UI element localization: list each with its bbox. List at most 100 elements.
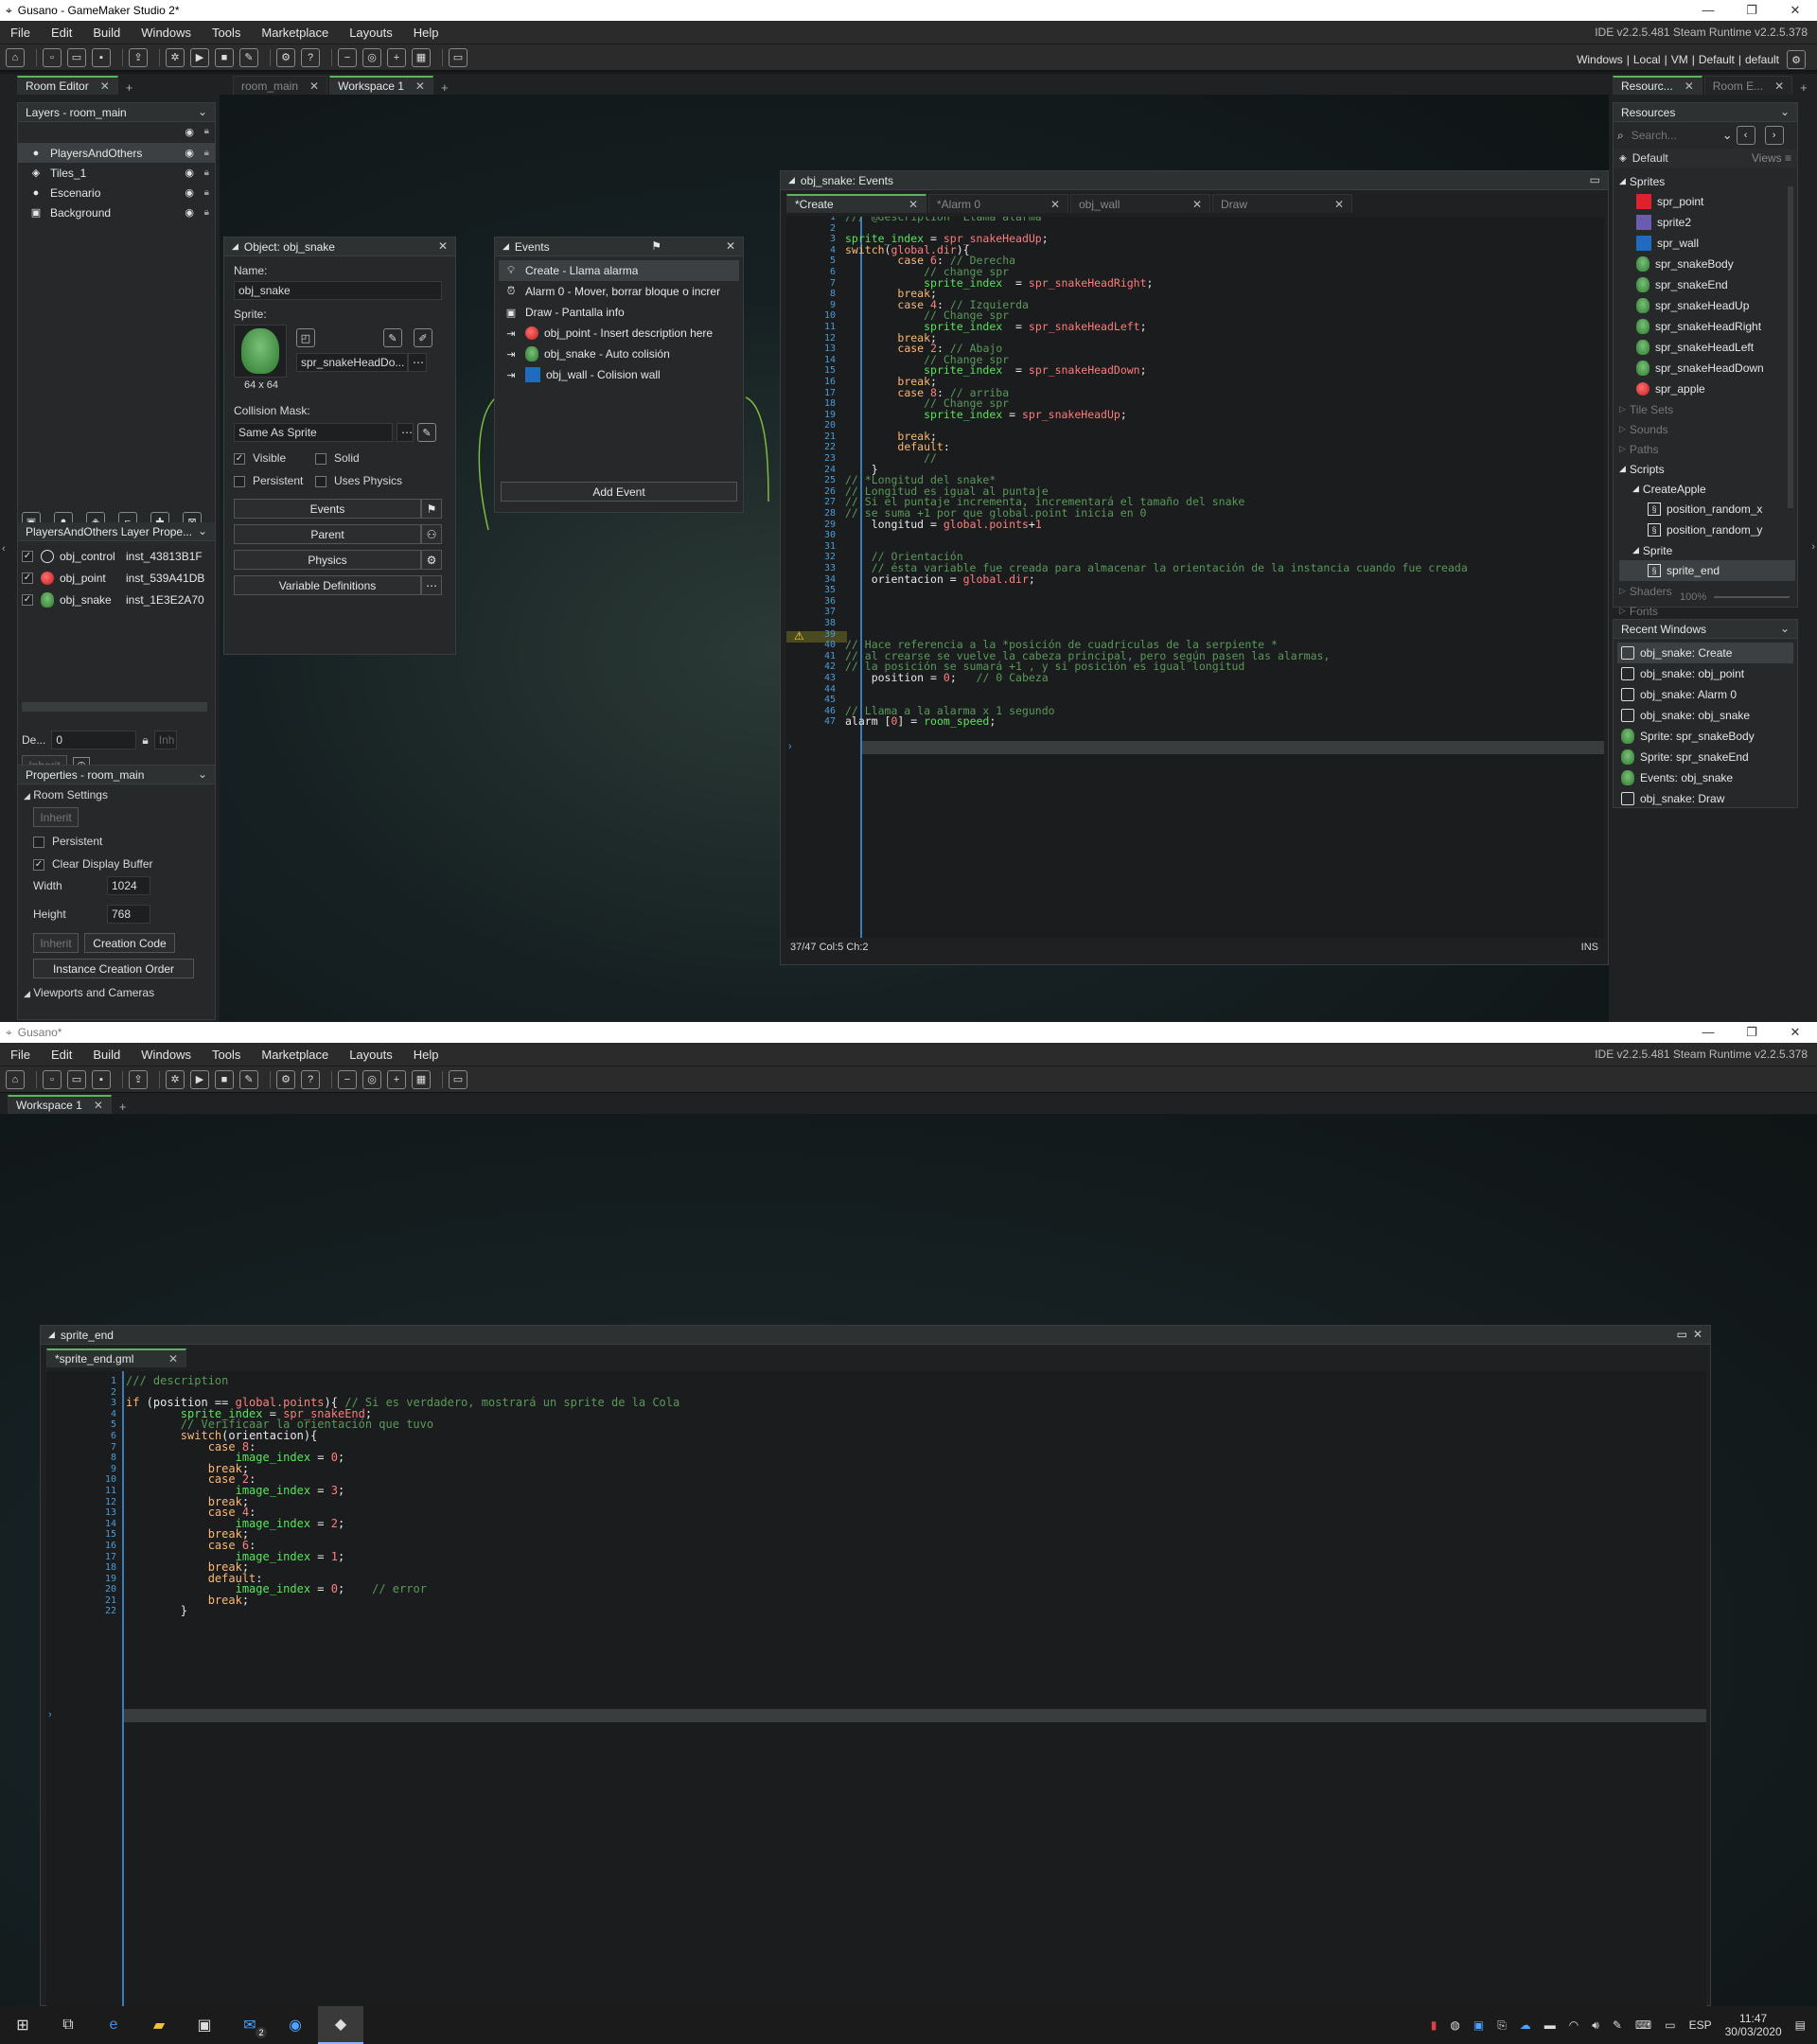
edit-sprite-icon[interactable]: ✎ (383, 328, 402, 347)
save-project-icon[interactable]: ▪ (92, 1069, 111, 1089)
inherit-depth-field[interactable]: Inh (153, 731, 177, 749)
menu-marketplace[interactable]: Marketplace (251, 1048, 339, 1062)
resource-item[interactable]: spr_snakeHeadLeft (1619, 337, 1795, 358)
home-icon[interactable]: ⌂ (6, 1069, 25, 1089)
menu-help[interactable]: Help (403, 26, 450, 40)
recent-window-item[interactable]: obj_snake: Create (1617, 643, 1793, 663)
chevron-down-icon[interactable]: ⌄ (198, 105, 207, 118)
grid-icon[interactable]: ▦ (412, 47, 431, 67)
recent-window-item[interactable]: Sprite: spr_snakeEnd (1617, 747, 1793, 767)
close-window-button[interactable]: ✕ (1773, 1022, 1817, 1043)
event-row[interactable]: ⏰︎ Alarm 0 - Mover, borrar bloque o incre… (499, 281, 739, 302)
layers-header[interactable]: Layers - room_main ⌄ (18, 103, 215, 122)
menu-edit[interactable]: Edit (41, 1048, 82, 1062)
zoom-out-icon[interactable]: − (338, 47, 357, 67)
resource-item[interactable]: sprite2 (1619, 212, 1795, 233)
add-tab-icon[interactable]: + (119, 1100, 127, 1114)
task-view-icon[interactable]: ⧉ (45, 2006, 91, 2044)
usb-icon[interactable]: ⎘ (1497, 2018, 1507, 2033)
code-line[interactable]: 23 // (786, 452, 1600, 465)
chevron-down-icon[interactable]: ⌄ (198, 524, 207, 537)
resource-item[interactable]: spr_snakeEnd (1619, 274, 1795, 295)
zoom-reset-icon[interactable]: ◎ (362, 1069, 381, 1089)
resource-item[interactable]: spr_wall (1619, 233, 1795, 254)
eye-icon[interactable]: ◉ (185, 126, 194, 138)
workspace-canvas-2[interactable]: ◢ sprite_end ▭ ✕ *sprite_end.gml ✕ › 1/// de… (0, 1115, 1817, 2006)
eye-icon[interactable]: ◉ (185, 147, 194, 159)
code-line[interactable]: 35 (786, 585, 1600, 596)
horizontal-scrollbar[interactable] (22, 702, 207, 712)
instance-row[interactable]: ✓ obj_control inst_43813B1F (18, 545, 215, 567)
event-tab[interactable]: Draw ✕ (1212, 194, 1352, 213)
expanded-arrow-icon[interactable]: ◢ (1632, 484, 1639, 494)
new-project-icon[interactable]: ▫ (43, 1069, 62, 1089)
event-tab[interactable]: *Create ✕ (786, 194, 926, 213)
edge-icon[interactable]: e (91, 2006, 136, 2044)
collapsed-arrow-icon[interactable]: ▷ (1619, 404, 1626, 414)
menu-windows[interactable]: Windows (131, 26, 202, 40)
menu-layouts[interactable]: Layouts (339, 1048, 403, 1062)
recent-window-item[interactable]: obj_snake: obj_snake (1617, 705, 1793, 726)
collapsed-arrow-icon[interactable]: ▷ (1619, 606, 1626, 616)
instance-row[interactable]: ✓ obj_snake inst_1E3E2A70 (18, 589, 215, 610)
folder-scripts[interactable]: ◢ Scripts (1619, 459, 1795, 479)
tray-app-icon-2[interactable]: ▣ (1473, 2018, 1484, 2032)
notifications-icon[interactable]: ▤ (1795, 2018, 1806, 2032)
more-icon[interactable]: ⋯ (421, 575, 442, 595)
code-line[interactable]: 22 } (46, 1605, 1702, 1617)
maximize-icon[interactable]: ▭ (1590, 173, 1600, 186)
close-icon[interactable]: ✕ (415, 79, 425, 93)
folder-fonts[interactable]: ▷ Fonts (1619, 601, 1795, 621)
maximize-button[interactable]: ❐ (1730, 0, 1773, 21)
persistent-checkbox[interactable] (33, 836, 44, 848)
views-button[interactable]: Views ≡ (1752, 151, 1791, 165)
close-icon[interactable]: ✕ (100, 79, 110, 93)
help-icon[interactable]: ? (301, 47, 320, 67)
recent-window-item[interactable]: obj_snake: obj_point (1617, 663, 1793, 684)
run-icon[interactable]: ▶ (190, 1069, 209, 1089)
chevron-down-icon[interactable]: ⌄ (1780, 105, 1790, 118)
code-line[interactable]: 8 image_index = 0; (46, 1452, 1702, 1464)
create-event-code[interactable]: 1 /// @description Llama alarma 2 3 sprite_i… (786, 217, 1600, 728)
home-icon[interactable]: ⌂ (6, 47, 25, 67)
close-icon[interactable]: ✕ (438, 239, 448, 253)
recent-window-item[interactable]: Events: obj_snake (1617, 767, 1793, 788)
stop-icon[interactable]: ■ (215, 1069, 234, 1089)
tray-app-icon[interactable]: ▮ (1431, 2018, 1438, 2032)
event-tab[interactable]: *Alarm 0 ✕ (928, 194, 1068, 213)
code-line[interactable]: 1 /// @description Llama alarma (786, 217, 1600, 223)
layer-row[interactable]: ◈ Tiles_1 ◉ 🔒︎ (18, 163, 215, 183)
resource-scrollbar[interactable] (1788, 186, 1793, 508)
minimize-button[interactable]: — (1686, 1022, 1730, 1043)
width-input[interactable] (107, 876, 150, 895)
tab-workspace-1[interactable]: Workspace 1 ✕ (329, 76, 433, 95)
eye-icon[interactable]: ◉ (185, 167, 194, 179)
event-row[interactable]: ⇥ obj_wall - Colision wall (499, 364, 739, 385)
tab-resources[interactable]: Resourc... ✕ (1613, 76, 1702, 95)
forward-icon[interactable]: › (1764, 126, 1784, 145)
zoom-reset-icon[interactable]: ◎ (362, 47, 381, 67)
flag-icon[interactable]: ⚑ (651, 239, 662, 253)
close-icon[interactable]: ✕ (1334, 198, 1344, 211)
tab-room-main[interactable]: room_main ✕ (233, 76, 328, 95)
code-line[interactable]: 37 (786, 607, 1600, 618)
layer-row[interactable]: ● Escenario ◉ 🔒︎ (18, 183, 215, 203)
tab-room-editor-2[interactable]: Room E... ✕ (1703, 76, 1793, 95)
code-line[interactable]: 15 break; (46, 1528, 1702, 1541)
solid-checkbox[interactable] (315, 452, 326, 465)
open-project-icon[interactable]: ▭ (67, 47, 86, 67)
clean-icon[interactable]: ✎ (239, 1069, 258, 1089)
expanded-arrow-icon[interactable]: ◢ (1619, 176, 1626, 186)
settings-icon[interactable]: ⚙ (276, 1069, 295, 1089)
folder-sounds[interactable]: ▷ Sounds (1619, 419, 1795, 439)
code-line[interactable]: 29 longitud = global.points+1 (786, 519, 1600, 531)
menu-tools[interactable]: Tools (202, 1048, 251, 1062)
add-tab-icon[interactable]: + (1800, 80, 1808, 95)
collision-browse-button[interactable]: ⋯ (397, 423, 414, 442)
monitor-icon[interactable]: ▭ (449, 47, 467, 67)
expanded-arrow-icon[interactable]: ◢ (1619, 464, 1626, 474)
collapsed-arrow-icon[interactable]: ▷ (1619, 444, 1626, 454)
sprite-browse-button[interactable]: ⋯ (408, 353, 427, 372)
menu-file[interactable]: File (0, 1048, 41, 1062)
code-line[interactable]: 20 image_index = 0; // error (46, 1583, 1702, 1595)
